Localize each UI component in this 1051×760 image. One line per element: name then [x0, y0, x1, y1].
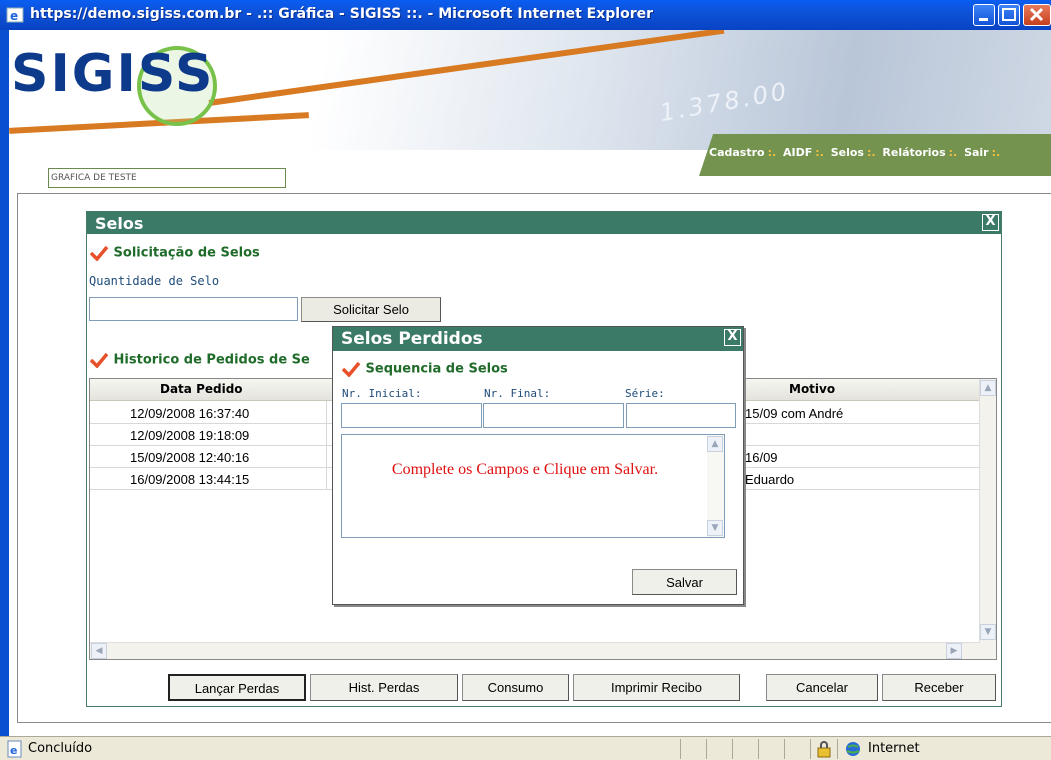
imprimir-recibo-button[interactable]: Imprimir Recibo [573, 674, 740, 701]
browser-frame-left [0, 30, 9, 736]
close-icon [1029, 7, 1044, 22]
table-vertical-scrollbar[interactable]: ▲ ▼ [979, 379, 996, 659]
lancar-perdas-button[interactable]: Lançar Perdas [168, 674, 306, 701]
table-cell-motivo[interactable]: 15/09 com André [745, 406, 843, 421]
window-title: https://demo.sigiss.com.br - .:: Gráfica… [30, 6, 653, 22]
perdidos-title-bar: Selos Perdidos X [333, 327, 743, 351]
minimize-button[interactable] [973, 4, 995, 26]
scroll-down-icon[interactable]: ▼ [707, 520, 723, 536]
instruction-message: Complete os Campos e Clique em Salvar. [391, 461, 659, 478]
solicitacao-title: Solicitação de Selos [113, 245, 260, 261]
scroll-up-icon[interactable]: ▲ [980, 380, 996, 396]
selos-close-button[interactable]: X [982, 214, 999, 231]
historico-section: Historico de Pedidos de Se [89, 352, 310, 368]
salvar-button[interactable]: Salvar [632, 569, 737, 595]
column-data-pedido[interactable]: Data Pedido [160, 382, 243, 396]
table-cell-data[interactable]: 15/09/2008 12:40:16 [130, 450, 249, 465]
table-cell-data[interactable]: 12/09/2008 19:18:09 [130, 428, 249, 443]
table-cell-data[interactable]: 12/09/2008 16:37:40 [130, 406, 249, 421]
browser-title-bar: e https://demo.sigiss.com.br - .:: Gráfi… [0, 0, 1051, 30]
internet-explorer-icon: e [6, 7, 24, 23]
scroll-down-icon[interactable]: ▼ [980, 624, 996, 640]
scroll-left-icon[interactable]: ◀ [91, 643, 107, 659]
lock-icon [817, 741, 831, 758]
scroll-right-icon[interactable]: ▶ [946, 643, 962, 659]
cancelar-button[interactable]: Cancelar [766, 674, 878, 701]
table-cell-motivo[interactable]: 16/09 [745, 450, 778, 465]
sequencia-title: Sequencia de Selos [365, 361, 508, 377]
site-header: 1.378.00 SIGISS Cadastro:. AIDF:. Selos:… [9, 30, 1051, 194]
serie-label: Série: [625, 387, 665, 400]
status-bar: e Concluído Internet [0, 736, 1051, 760]
nav-selos[interactable]: Selos [831, 146, 864, 159]
solicitacao-section: Solicitação de Selos [89, 245, 260, 261]
checkmark-icon [89, 245, 109, 261]
consumo-button[interactable]: Consumo [462, 674, 569, 701]
globe-icon [846, 742, 860, 756]
close-window-button[interactable] [1023, 4, 1051, 26]
message-box: Complete os Campos e Clique em Salvar. ▲… [341, 434, 725, 538]
minimize-icon [979, 18, 988, 21]
status-text: Concluído [28, 741, 93, 756]
table-cell-data[interactable]: 16/09/2008 13:44:15 [130, 472, 249, 487]
scroll-up-icon[interactable]: ▲ [707, 436, 723, 452]
nav-relatorios[interactable]: Relátorios [882, 146, 945, 159]
hist-perdas-button[interactable]: Hist. Perdas [310, 674, 458, 701]
table-cell-motivo[interactable]: Eduardo [745, 472, 794, 487]
svg-text:e: e [10, 744, 17, 757]
receber-button[interactable]: Receber [882, 674, 996, 701]
nav-aidf[interactable]: AIDF [783, 146, 812, 159]
nav-sair[interactable]: Sair [964, 146, 989, 159]
security-zone: Internet [868, 741, 920, 756]
selos-title-bar: Selos X [87, 212, 1001, 234]
quantidade-input[interactable] [89, 297, 298, 321]
nr-inicial-input[interactable] [341, 403, 482, 428]
quantidade-label: Quantidade de Selo [89, 274, 220, 288]
solicitar-selo-button[interactable]: Solicitar Selo [301, 297, 441, 322]
checkmark-icon [341, 361, 361, 377]
nr-final-label: Nr. Final: [484, 387, 551, 400]
company-name-box: GRAFICA DE TESTE [48, 168, 286, 188]
message-scrollbar[interactable]: ▲ ▼ [707, 435, 724, 537]
page-icon: e [7, 740, 22, 758]
checkmark-icon [89, 352, 109, 368]
perdidos-title: Selos Perdidos [341, 329, 483, 349]
maximize-icon [1002, 8, 1016, 21]
historico-title: Historico de Pedidos de Se [113, 352, 310, 368]
selos-title: Selos [95, 214, 144, 233]
main-nav: Cadastro:. AIDF:. Selos:. Relátorios:. S… [709, 146, 1001, 159]
nav-cadastro[interactable]: Cadastro [709, 146, 765, 159]
table-horizontal-scrollbar[interactable]: ◀ ▶ [90, 642, 980, 659]
serie-input[interactable] [626, 403, 736, 428]
nr-final-input[interactable] [483, 403, 624, 428]
maximize-button[interactable] [998, 4, 1020, 26]
svg-text:e: e [10, 9, 18, 23]
sequencia-section: Sequencia de Selos [341, 361, 508, 377]
column-motivo[interactable]: Motivo [789, 382, 835, 396]
sigiss-logo: SIGISS [11, 44, 215, 104]
nr-inicial-label: Nr. Inicial: [342, 387, 422, 400]
perdidos-close-button[interactable]: X [724, 329, 741, 346]
selos-perdidos-dialog: Selos Perdidos X Sequencia de Selos Nr. … [332, 326, 744, 605]
